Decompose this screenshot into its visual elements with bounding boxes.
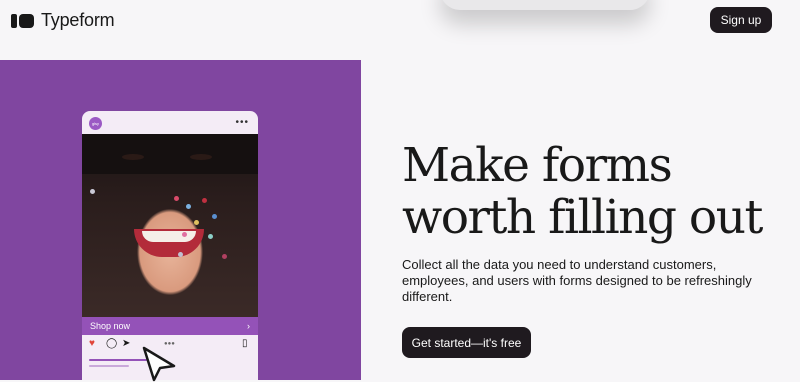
gem bbox=[208, 234, 213, 239]
bookmark-icon[interactable]: ▯ bbox=[242, 338, 248, 349]
shop-now-label: Shop now bbox=[90, 321, 131, 331]
gem bbox=[174, 196, 179, 201]
gem bbox=[212, 214, 217, 219]
get-started-button[interactable]: Get started—it's free bbox=[402, 327, 531, 358]
gem bbox=[178, 252, 183, 257]
more-dots-icon: ••• bbox=[235, 117, 249, 128]
hero-description: Collect all the data you need to underst… bbox=[402, 257, 752, 304]
page-title: Make forms worth filling out bbox=[402, 140, 782, 244]
shop-now-bar[interactable]: Shop now › bbox=[82, 317, 258, 335]
gem bbox=[222, 254, 227, 259]
gem bbox=[194, 220, 199, 225]
photo-hair bbox=[82, 134, 258, 174]
chevron-right-icon: › bbox=[247, 321, 250, 331]
comment-icon[interactable]: ◯ bbox=[106, 338, 117, 349]
gem bbox=[90, 189, 95, 194]
typeform-logo[interactable]: Typeform bbox=[11, 10, 115, 31]
caption-line bbox=[89, 359, 147, 361]
gem bbox=[202, 198, 207, 203]
gem bbox=[186, 204, 191, 209]
photo-teeth bbox=[142, 231, 196, 242]
photo-eye-left bbox=[122, 154, 144, 160]
sign-up-button[interactable]: Sign up bbox=[710, 7, 772, 33]
heart-icon[interactable]: ♥ bbox=[89, 338, 95, 349]
photo-eye-right bbox=[190, 154, 212, 160]
pointer-cursor-icon bbox=[142, 346, 176, 382]
headline-line-1: Make forms bbox=[402, 138, 673, 193]
headline-line-2: worth filling out bbox=[402, 190, 763, 245]
brand-name: Typeform bbox=[41, 10, 115, 30]
brand-avatar: glsy bbox=[89, 117, 102, 130]
phone-mockup: glsy ••• Shop now › ♥ ◯ ➤ ●●● ▯ bbox=[82, 111, 258, 380]
caption-line bbox=[89, 365, 129, 367]
post-photo bbox=[82, 134, 258, 317]
gem bbox=[182, 232, 187, 237]
share-icon[interactable]: ➤ bbox=[122, 338, 130, 349]
post-header: glsy ••• bbox=[82, 111, 258, 134]
dropdown-shadow bbox=[440, 0, 650, 10]
typeform-logo-icon bbox=[11, 13, 34, 28]
